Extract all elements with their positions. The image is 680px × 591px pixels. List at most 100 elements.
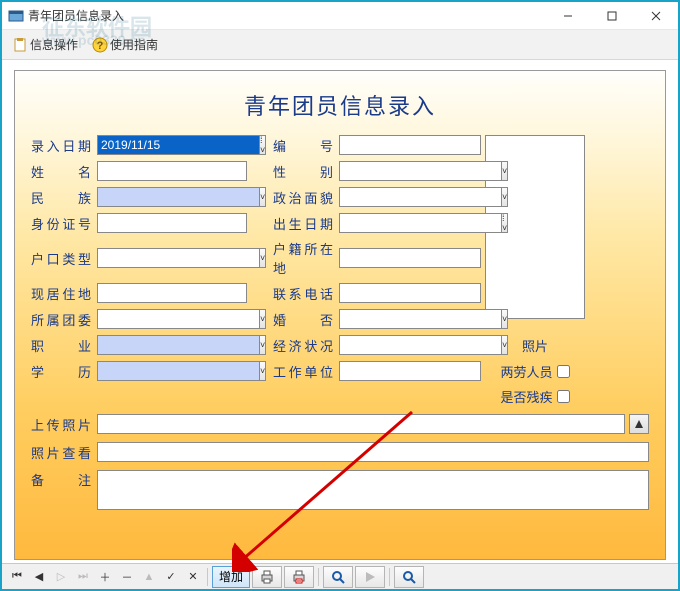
hukou-loc-input[interactable]	[339, 248, 481, 268]
magnifier-icon	[330, 569, 346, 585]
separator	[389, 568, 390, 586]
view-photo-input[interactable]	[97, 442, 649, 462]
disabled-row: 是否残疾	[485, 387, 585, 406]
close-button[interactable]	[634, 2, 678, 30]
chevron-down-icon[interactable]: ˅	[502, 309, 508, 329]
label-view-photo: 照片查看	[31, 443, 93, 462]
menu-help-guide[interactable]: ? 使用指南	[86, 34, 164, 55]
label-politics: 政治面貌	[273, 188, 335, 207]
chevron-down-icon[interactable]: ˅	[260, 248, 266, 268]
svg-text:?: ?	[97, 40, 104, 52]
add-button[interactable]: 增加	[212, 566, 250, 588]
economy-field[interactable]: ˅	[339, 335, 481, 355]
job-input[interactable]	[97, 335, 260, 355]
print-red-button[interactable]	[284, 566, 314, 588]
window-title: 青年团员信息录入	[28, 7, 546, 24]
label-ethnic: 民 族	[31, 188, 93, 207]
magnifier-icon	[401, 569, 417, 585]
calendar-drop-icon[interactable]: ⁞˅	[502, 213, 508, 233]
nav-edit-button[interactable]: ▲	[139, 567, 159, 587]
league-field[interactable]: ˅	[97, 309, 247, 329]
birth-field[interactable]: ⁞˅	[339, 213, 481, 233]
search-button[interactable]	[323, 566, 353, 588]
politics-input[interactable]	[339, 187, 502, 207]
marriage-field[interactable]: ˅	[339, 309, 481, 329]
label-name: 姓 名	[31, 162, 93, 181]
economy-input[interactable]	[339, 335, 502, 355]
job-field[interactable]: ˅	[97, 335, 247, 355]
nav-last-button[interactable]: ⏭	[73, 567, 93, 587]
clipboard-icon	[12, 37, 28, 53]
chevron-down-icon[interactable]: ˅	[502, 187, 508, 207]
nav-insert-button[interactable]: ＋	[95, 567, 115, 587]
edu-input[interactable]	[97, 361, 260, 381]
disabled-checkbox[interactable]	[557, 390, 570, 403]
play-button[interactable]	[355, 566, 385, 588]
label-hukou-type: 户口类型	[31, 249, 93, 268]
add-button-label: 增加	[219, 568, 243, 585]
label-job: 职 业	[31, 336, 93, 355]
nav-first-button[interactable]: ⏮	[7, 567, 27, 587]
separator	[207, 568, 208, 586]
label-gender: 性 别	[273, 162, 335, 181]
menu-label: 信息操作	[30, 36, 78, 53]
marriage-input[interactable]	[339, 309, 502, 329]
remark-input[interactable]	[97, 470, 649, 510]
ethnic-input[interactable]	[97, 187, 260, 207]
form-title: 青年团员信息录入	[31, 89, 649, 121]
league-input[interactable]	[97, 309, 260, 329]
hukou-type-input[interactable]	[97, 248, 260, 268]
nav-prev-button[interactable]: ◀	[29, 567, 49, 587]
nav-post-button[interactable]: ✓	[161, 567, 181, 587]
label-idno: 身份证号	[31, 214, 93, 233]
two-labor-row: 两劳人员	[485, 362, 585, 381]
entry-date-input[interactable]	[97, 135, 260, 155]
work-unit-input[interactable]	[339, 361, 481, 381]
gender-field[interactable]: ˅	[339, 161, 481, 181]
name-input[interactable]	[97, 161, 247, 181]
chevron-down-icon[interactable]: ˅	[260, 335, 266, 355]
gender-input[interactable]	[339, 161, 502, 181]
nav-delete-button[interactable]: －	[117, 567, 137, 587]
menu-info-ops[interactable]: 信息操作	[6, 34, 84, 55]
address-input[interactable]	[97, 283, 247, 303]
label-edu: 学 历	[31, 362, 93, 381]
idno-input[interactable]	[97, 213, 247, 233]
maximize-button[interactable]	[590, 2, 634, 30]
label-two-labor: 两劳人员	[500, 362, 552, 381]
ethnic-field[interactable]: ˅	[97, 187, 247, 207]
calendar-drop-icon[interactable]: ⁞˅	[260, 135, 266, 155]
chevron-down-icon[interactable]: ˅	[502, 161, 508, 181]
title-bar: 青年团员信息录入	[2, 2, 678, 30]
print-button[interactable]	[252, 566, 282, 588]
phone-input[interactable]	[339, 283, 481, 303]
menu-bar: 信息操作 ? 使用指南	[2, 30, 678, 60]
app-icon	[8, 8, 24, 24]
chevron-down-icon[interactable]: ˅	[260, 309, 266, 329]
label-remark: 备 注	[31, 470, 93, 489]
label-birth: 出生日期	[273, 214, 335, 233]
search2-button[interactable]	[394, 566, 424, 588]
label-work-unit: 工作单位	[273, 362, 335, 381]
politics-field[interactable]: ˅	[339, 187, 481, 207]
menu-label: 使用指南	[110, 36, 158, 53]
code-input[interactable]	[339, 135, 481, 155]
label-hukou-loc: 户籍所在地	[273, 239, 335, 277]
label-economy: 经济状况	[273, 336, 335, 355]
chevron-down-icon[interactable]: ˅	[260, 361, 266, 381]
upload-browse-button[interactable]	[629, 414, 649, 434]
hukou-type-field[interactable]: ˅	[97, 248, 247, 268]
chevron-down-icon[interactable]: ˅	[502, 335, 508, 355]
upload-photo-input[interactable]	[97, 414, 625, 434]
nav-cancel-button[interactable]: ✕	[183, 567, 203, 587]
chevron-down-icon[interactable]: ˅	[260, 187, 266, 207]
label-disabled: 是否残疾	[500, 387, 552, 406]
edu-field[interactable]: ˅	[97, 361, 247, 381]
birth-input[interactable]	[339, 213, 502, 233]
nav-next-button[interactable]: ▷	[51, 567, 71, 587]
two-labor-checkbox[interactable]	[557, 365, 570, 378]
minimize-button[interactable]	[546, 2, 590, 30]
printer-icon	[259, 569, 275, 585]
entry-date-field[interactable]: ⁞˅	[97, 135, 247, 155]
label-upload-photo: 上传照片	[31, 415, 93, 434]
